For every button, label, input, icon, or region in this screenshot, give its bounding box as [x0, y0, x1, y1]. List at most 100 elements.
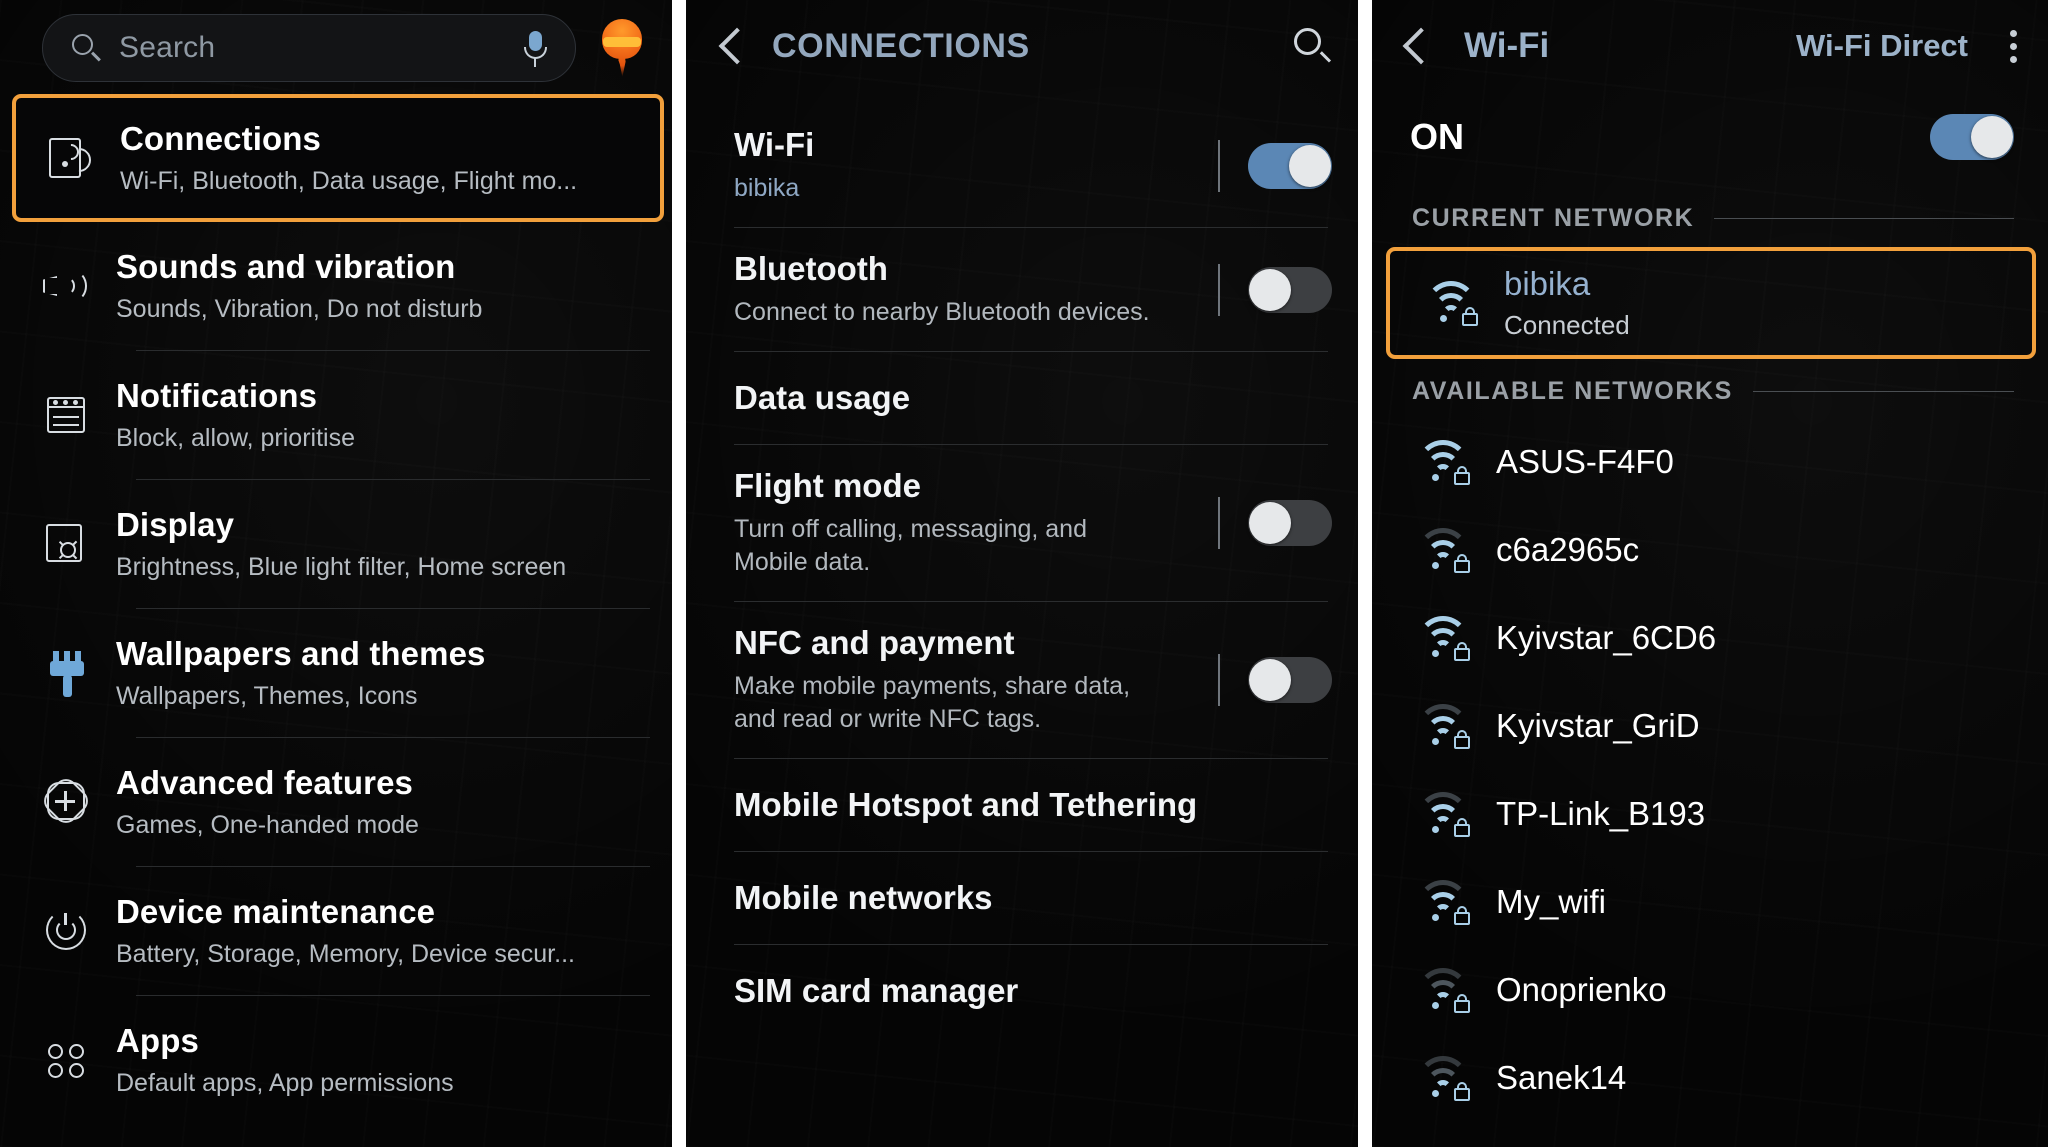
sidebar-item-sounds-and-vibration[interactable]: Sounds and vibration Sounds, Vibration, …	[0, 222, 672, 350]
network-row[interactable]: My_wifi	[1372, 858, 2048, 946]
item-subtitle: Block, allow, prioritise	[116, 424, 355, 452]
network-row[interactable]: TP-Link_B193	[1372, 770, 2048, 858]
network-ssid: Kyivstar_GriD	[1496, 707, 1700, 744]
page-title: Wi-Fi	[1464, 26, 1550, 65]
notifications-icon	[26, 389, 108, 441]
connections-row-mobile-hotspot[interactable]: Mobile Hotspot and Tethering	[686, 759, 1358, 851]
wifi-power-label: ON	[1410, 116, 1464, 157]
wifi-panel: Wi-Fi Wi-Fi Direct ON CURRENT NETWORK bi…	[1372, 0, 2048, 1147]
row-subtitle: Make mobile payments, share data, and re…	[734, 672, 1131, 733]
wifi-lock-icon	[1414, 702, 1472, 750]
microphone-icon[interactable]	[521, 29, 549, 67]
device-maintenance-icon	[26, 905, 108, 957]
sidebar-item-display[interactable]: Display Brightness, Blue light filter, H…	[0, 480, 672, 608]
item-subtitle: Games, One-handed mode	[116, 811, 419, 839]
bluetooth-toggle[interactable]	[1248, 266, 1332, 313]
panel-gap	[1358, 0, 1372, 1147]
current-network-row[interactable]: bibika Connected	[1386, 247, 2036, 359]
network-row[interactable]: Onoprienko	[1372, 946, 2048, 1034]
row-separator	[1218, 654, 1220, 706]
connections-row-bluetooth[interactable]: Bluetooth Connect to nearby Bluetooth de…	[686, 228, 1358, 351]
wifi-lock-icon	[1414, 1054, 1472, 1102]
wifi-lock-icon	[1414, 614, 1472, 662]
row-subtitle: Connect to nearby Bluetooth devices.	[734, 298, 1150, 326]
connections-row-nfc-and-payment[interactable]: NFC and payment Make mobile payments, sh…	[686, 602, 1358, 758]
paintbrush-icon	[26, 647, 108, 699]
network-row[interactable]: Kyivstar_6CD6	[1372, 594, 2048, 682]
search-input[interactable]: Search	[42, 14, 576, 82]
item-title: Device maintenance	[116, 893, 436, 930]
flight-mode-toggle[interactable]	[1248, 500, 1332, 546]
connections-row-wifi[interactable]: Wi-Fi bibika	[686, 104, 1358, 227]
connections-row-mobile-networks[interactable]: Mobile networks	[686, 852, 1358, 944]
search-row: Search	[0, 0, 672, 92]
connections-panel: CONNECTIONS Wi-Fi bibika Bluetooth Conne…	[686, 0, 1358, 1147]
item-title: Apps	[116, 1022, 199, 1059]
row-title: Wi-Fi	[734, 126, 815, 163]
item-title: Notifications	[116, 377, 318, 414]
sidebar-item-device-maintenance[interactable]: Device maintenance Battery, Storage, Mem…	[0, 867, 672, 995]
advanced-features-icon	[26, 774, 108, 828]
network-ssid: My_wifi	[1496, 883, 1607, 920]
item-subtitle: Brightness, Blue light filter, Home scre…	[116, 553, 567, 581]
row-title: Data usage	[734, 379, 911, 416]
nfc-toggle[interactable]	[1248, 657, 1332, 703]
row-separator	[1218, 497, 1220, 549]
section-label: CURRENT NETWORK	[1412, 204, 1695, 232]
network-row[interactable]: Kyivstar_GriD	[1372, 682, 2048, 770]
network-ssid: ASUS-F4F0	[1496, 443, 1674, 480]
network-ssid: bibika	[1504, 265, 1591, 302]
item-subtitle: Battery, Storage, Memory, Device secur..…	[116, 940, 575, 968]
connections-header: CONNECTIONS	[686, 0, 1358, 92]
current-network-header: CURRENT NETWORK	[1372, 186, 2048, 245]
wifi-lock-icon	[1414, 526, 1472, 574]
settings-panel: Search Connections Wi-Fi, Bluetooth, Dat…	[0, 0, 672, 1147]
sidebar-item-wallpapers-and-themes[interactable]: Wallpapers and themes Wallpapers, Themes…	[0, 609, 672, 737]
back-chevron-icon[interactable]	[1402, 27, 1440, 65]
connections-list: Wi-Fi bibika Bluetooth Connect to nearby…	[686, 92, 1358, 1037]
wifi-lock-icon	[1414, 438, 1472, 486]
item-title: Connections	[120, 120, 321, 157]
page-title: CONNECTIONS	[772, 26, 1030, 65]
section-rule	[1714, 218, 2014, 219]
item-subtitle: Wi-Fi, Bluetooth, Data usage, Flight mo.…	[120, 167, 578, 195]
row-title: Bluetooth	[734, 250, 888, 287]
wifi-lock-icon	[1414, 878, 1472, 926]
wifi-toggle[interactable]	[1248, 142, 1332, 189]
row-subtitle: bibika	[734, 174, 800, 202]
display-icon	[26, 518, 108, 570]
wifi-direct-button[interactable]: Wi-Fi Direct	[1796, 28, 1968, 64]
network-row[interactable]: Sanek14	[1372, 1034, 2048, 1122]
network-row[interactable]: ASUS-F4F0	[1372, 418, 2048, 506]
wifi-lock-icon	[1414, 966, 1472, 1014]
flame-avatar-icon[interactable]	[594, 17, 650, 79]
kebab-menu-icon[interactable]	[2008, 29, 2018, 63]
sidebar-item-notifications[interactable]: Notifications Block, allow, prioritise	[0, 351, 672, 479]
sidebar-item-apps[interactable]: Apps Default apps, App permissions	[0, 996, 672, 1124]
row-separator	[1218, 139, 1220, 192]
connections-row-flight-mode[interactable]: Flight mode Turn off calling, messaging,…	[686, 445, 1358, 601]
row-title: Mobile Hotspot and Tethering	[734, 786, 1198, 823]
connections-row-data-usage[interactable]: Data usage	[686, 352, 1358, 444]
item-title: Wallpapers and themes	[116, 635, 486, 672]
search-icon[interactable]	[1292, 26, 1332, 66]
sidebar-item-advanced-features[interactable]: Advanced features Games, One-handed mode	[0, 738, 672, 866]
network-ssid: TP-Link_B193	[1496, 795, 1706, 832]
sidebar-item-connections[interactable]: Connections Wi-Fi, Bluetooth, Data usage…	[12, 94, 664, 222]
section-label: AVAILABLE NETWORKS	[1412, 377, 1733, 405]
available-networks-header: AVAILABLE NETWORKS	[1372, 359, 2048, 418]
connections-row-sim-card-manager[interactable]: SIM card manager	[686, 945, 1358, 1037]
item-subtitle: Default apps, App permissions	[116, 1069, 454, 1097]
wifi-lock-icon	[1414, 790, 1472, 838]
row-title: NFC and payment	[734, 624, 1015, 661]
item-title: Display	[116, 506, 235, 543]
network-ssid: Onoprienko	[1496, 971, 1667, 1008]
item-title: Advanced features	[116, 764, 413, 801]
network-row[interactable]: c6a2965c	[1372, 506, 2048, 594]
back-chevron-icon[interactable]	[718, 27, 756, 65]
wifi-header: Wi-Fi Wi-Fi Direct	[1372, 0, 2048, 92]
row-separator	[1218, 263, 1220, 316]
wifi-power-toggle[interactable]	[1930, 114, 2014, 160]
search-icon	[71, 33, 101, 63]
row-subtitle: Turn off calling, messaging, and Mobile …	[734, 515, 1087, 576]
